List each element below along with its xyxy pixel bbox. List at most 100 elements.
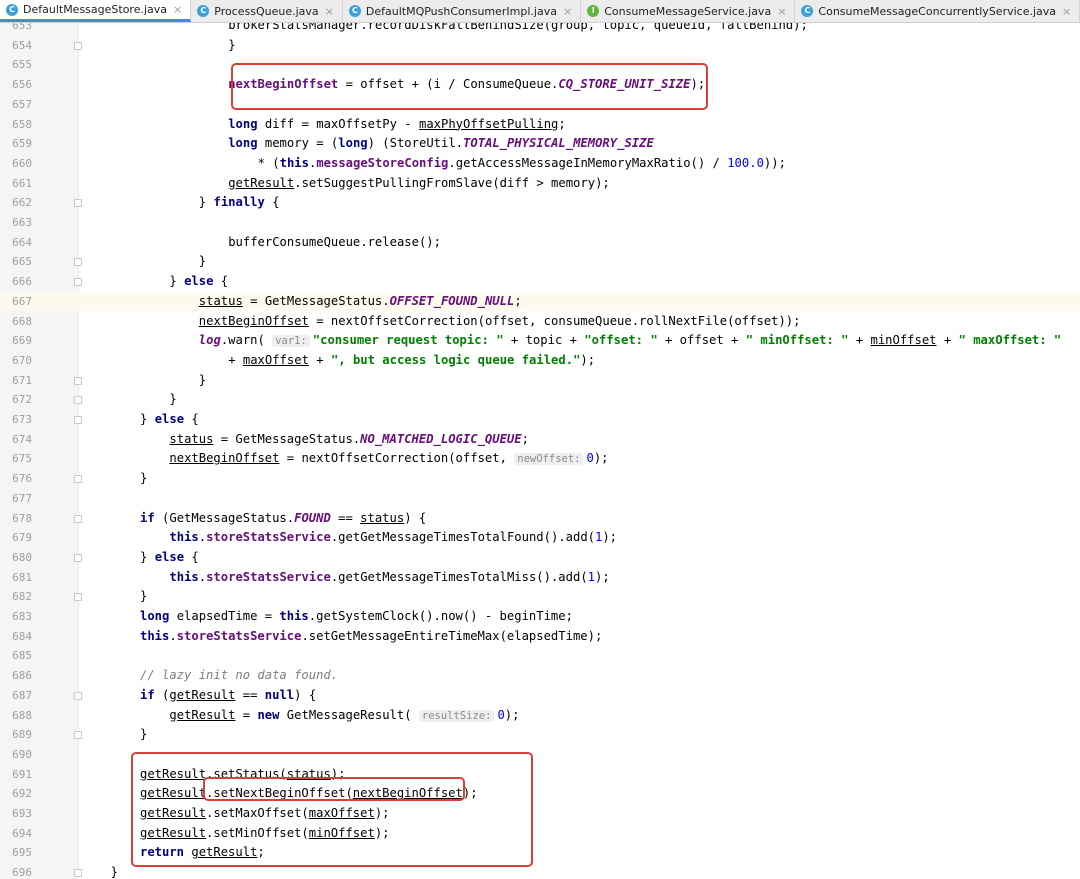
fold-marker-icon[interactable] (74, 199, 82, 208)
code-token: ) (StoreUtil. (367, 136, 464, 151)
code-line[interactable]: 673} else { (0, 410, 1080, 430)
fold-marker-icon[interactable] (74, 869, 82, 878)
close-icon[interactable]: × (777, 5, 786, 18)
fold-marker-icon[interactable] (74, 514, 82, 523)
close-icon[interactable]: × (563, 5, 572, 18)
code-token: GetMessageResult( (279, 707, 419, 722)
code-line[interactable]: 653 brokerStatsManager.recordDiskFallBehi… (0, 23, 1080, 36)
code-line[interactable]: 685 (0, 646, 1080, 666)
code-token: = offset + (i / ConsumeQueue. (338, 77, 559, 92)
fold-marker-icon[interactable] (74, 593, 82, 602)
code-line[interactable]: 663 (0, 213, 1080, 233)
code-line[interactable]: 672} (0, 390, 1080, 410)
code-line[interactable]: 667 status = GetMessageStatus.OFFSET_FOUN… (0, 291, 1080, 312)
code-line[interactable]: 680} else { (0, 548, 1080, 568)
code-line[interactable]: 692 getResult.setNextBeginOffset(nextBegi… (0, 784, 1080, 804)
code-line[interactable]: 671} (0, 371, 1080, 391)
line-number: 696 (12, 866, 32, 879)
code-token: // lazy init no data found. (140, 668, 339, 683)
line-number: 690 (12, 747, 32, 761)
code-token: } (140, 549, 155, 564)
fold-marker-icon[interactable] (74, 416, 82, 424)
code-line[interactable]: 662} finally { (0, 193, 1080, 213)
fold-marker-icon[interactable] (74, 41, 82, 50)
code-line[interactable]: 681 this.storeStatsService.getGetMessageT… (0, 568, 1080, 588)
code-line[interactable]: 655 (0, 55, 1080, 75)
code-line[interactable]: 688 getResult = new GetMessageResult( res… (0, 706, 1080, 726)
line-number: 675 (12, 452, 32, 466)
line-number: 663 (12, 216, 32, 229)
code-line[interactable]: 677 (0, 489, 1080, 509)
code-token: + (228, 352, 243, 367)
code-line[interactable]: 686 // lazy init no data found. (0, 666, 1080, 686)
code-line[interactable]: 656 nextBeginOffset = offset + (i / Consu… (0, 75, 1080, 95)
fold-marker-icon[interactable] (74, 475, 82, 484)
fold-marker-icon[interactable] (74, 376, 82, 385)
code-line[interactable]: 660 * (this.messageStoreConfig.getAccessM… (0, 154, 1080, 174)
code-token: status (169, 431, 214, 446)
code-line[interactable]: 676} (0, 469, 1080, 489)
code-editor[interactable]: 653 brokerStatsManager.recordDiskFallBehi… (0, 23, 1080, 879)
code-line[interactable]: 687 if (getResult == null) { (0, 686, 1080, 706)
code-line[interactable]: 696} (0, 863, 1080, 879)
code-line[interactable]: 670 + maxOffset + ", but access logic que… (0, 351, 1080, 371)
line-number: 671 (12, 373, 32, 387)
fold-marker-icon[interactable] (74, 258, 82, 267)
code-line[interactable]: 684 this.storeStatsService.setGetMessageE… (0, 627, 1080, 647)
code-text: } else { (169, 272, 228, 292)
code-token: { (184, 549, 199, 564)
code-line[interactable]: 694 getResult.setMinOffset(minOffset); (0, 824, 1080, 844)
code-token: long (228, 136, 258, 151)
code-line[interactable]: 661 getResult.setSuggestPullingFromSlave(… (0, 174, 1080, 194)
code-token: .getGetMessageTimesTotalFound().add( (330, 530, 595, 545)
fold-marker-icon[interactable] (74, 396, 82, 405)
tab-defaultmqpushconsumerimpl[interactable]: C DefaultMQPushConsumerImpl.java × (343, 0, 582, 22)
code-line[interactable]: 659 long memory = (long) (StoreUtil.TOTAL… (0, 134, 1080, 154)
fold-marker-icon[interactable] (74, 731, 82, 740)
fold-marker-icon[interactable] (74, 278, 82, 287)
code-line[interactable]: 690 (0, 745, 1080, 765)
parameter-hint: resultSize: (418, 709, 495, 722)
code-line[interactable]: 682} (0, 587, 1080, 607)
close-icon[interactable]: × (173, 3, 182, 16)
code-line[interactable]: 675 nextBeginOffset = nextOffsetCorrectio… (0, 449, 1080, 469)
close-icon[interactable]: × (325, 5, 334, 18)
code-token: } (198, 195, 214, 210)
code-line[interactable]: 691 getResult.setStatus(status); (0, 765, 1080, 785)
line-number: 677 (12, 491, 32, 505)
tab-consumemessageservice[interactable]: I ConsumeMessageService.java × (581, 0, 796, 22)
code-token: ; (558, 116, 566, 131)
code-text: } (140, 725, 147, 745)
code-line[interactable]: 654} (0, 36, 1080, 56)
code-text: } (140, 469, 147, 489)
code-line[interactable]: 695 return getResult; (0, 843, 1080, 863)
line-number: 684 (12, 629, 32, 643)
code-line[interactable]: 669 log.warn( var1: "consumer request topi… (0, 331, 1080, 351)
code-line[interactable]: 666} else { (0, 272, 1080, 292)
code-line[interactable]: 693 getResult.setMaxOffset(maxOffset); (0, 804, 1080, 824)
code-line[interactable]: 657 (0, 95, 1080, 115)
fold-marker-icon[interactable] (74, 553, 82, 562)
code-line[interactable]: 674 status = GetMessageStatus.NO_MATCHED_… (0, 430, 1080, 450)
code-line[interactable]: 664 bufferConsumeQueue.release(); (0, 233, 1080, 253)
code-line[interactable]: 683 long elapsedTime = this.getSystemCloc… (0, 607, 1080, 627)
code-token: CQ_STORE_UNIT_SIZE (558, 77, 691, 92)
code-token: ); (462, 786, 478, 801)
code-line[interactable]: 665} (0, 252, 1080, 272)
code-token: ) { (294, 687, 317, 702)
code-text: status = GetMessageStatus.NO_MATCHED_LOG… (169, 430, 529, 450)
tab-defaultmessagestore[interactable]: C DefaultMessageStore.java × (0, 0, 192, 22)
tab-processqueue[interactable]: C ProcessQueue.java × (191, 0, 343, 22)
code-text: } (199, 371, 206, 391)
line-number: 691 (12, 767, 32, 781)
tab-consumemessageconcurrentlyservice[interactable]: C ConsumeMessageConcurrentlyService.java × (795, 0, 1080, 22)
code-line[interactable]: 679 this.storeStatsService.getGetMessageT… (0, 528, 1080, 548)
close-icon[interactable]: × (1062, 5, 1071, 18)
code-line[interactable]: 678 if (GetMessageStatus.FOUND == status)… (0, 509, 1080, 529)
code-token: status (360, 510, 405, 525)
code-line[interactable]: 668 nextBeginOffset = nextOffsetCorrectio… (0, 312, 1080, 332)
fold-marker-icon[interactable] (74, 691, 82, 700)
line-number: 681 (12, 570, 32, 584)
code-line[interactable]: 689} (0, 725, 1080, 745)
code-line[interactable]: 658 long diff = maxOffsetPy - maxPhyOffse… (0, 115, 1080, 135)
